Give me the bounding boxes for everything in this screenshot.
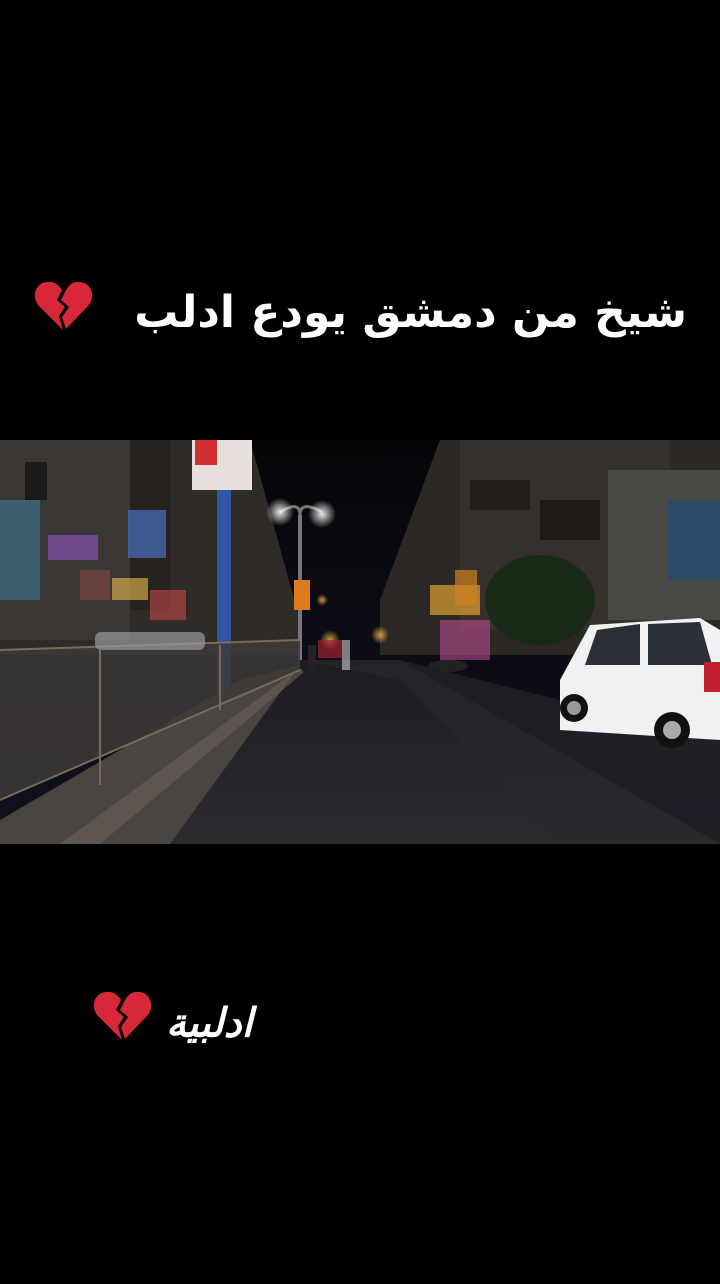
broken-heart-icon [92, 990, 152, 1061]
broken-heart-icon [33, 280, 93, 350]
white-suv [560, 618, 720, 748]
video-frame[interactable] [0, 440, 720, 844]
top-caption-text: شيخ من دمشق يودع ادلب [134, 287, 688, 338]
night-street-image [0, 440, 720, 844]
top-caption: شيخ من دمشق يودع ادلب [0, 280, 720, 350]
bottom-caption: ادلبية [92, 990, 253, 1061]
bottom-caption-text: ادلبية [165, 1000, 253, 1047]
